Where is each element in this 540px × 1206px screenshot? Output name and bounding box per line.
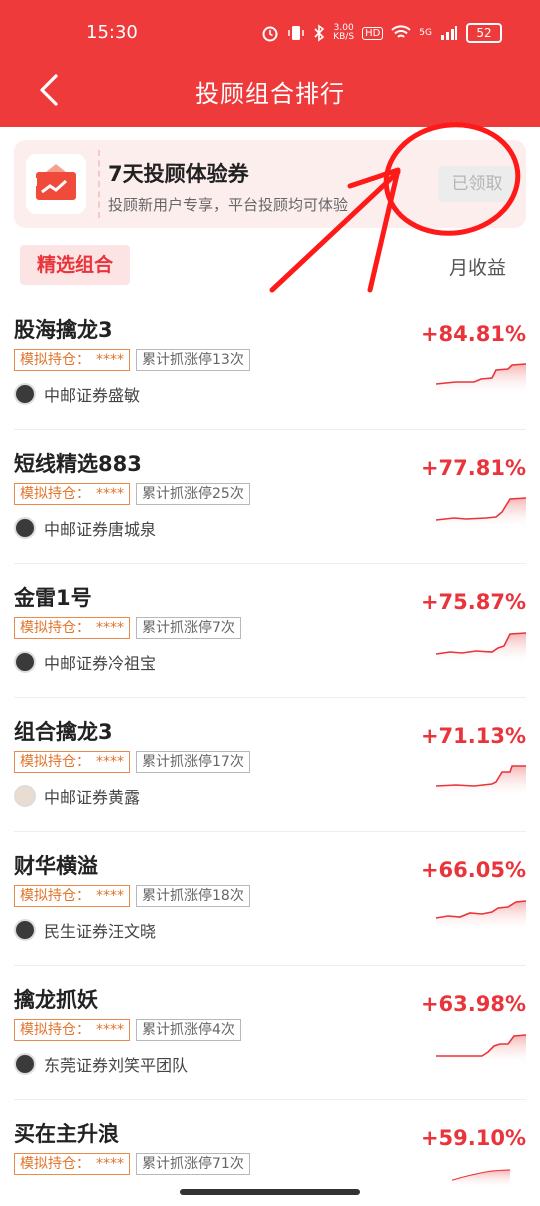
portfolio-name: 组合擒龙3 bbox=[14, 720, 113, 744]
limit-up-count-tag: 累计抓涨停25次 bbox=[136, 483, 250, 505]
hold-tag: 模拟持仓： **** bbox=[14, 751, 130, 773]
portfolio-tags: 模拟持仓： **** 累计抓涨停13次 bbox=[14, 349, 250, 371]
limit-up-count-tag: 累计抓涨停4次 bbox=[136, 1019, 241, 1041]
coupon-subtitle: 投顾新用户专享，平台投顾均可体验 bbox=[108, 196, 349, 214]
portfolio-tags: 模拟持仓： **** 累计抓涨停25次 bbox=[14, 483, 250, 505]
advisor: 中邮证券冷祖宝 bbox=[14, 650, 156, 674]
hold-tag: 模拟持仓： **** bbox=[14, 1153, 130, 1175]
portfolio-tags: 模拟持仓： **** 累计抓涨停71次 bbox=[14, 1153, 250, 1175]
trend-sparkline bbox=[436, 1034, 526, 1066]
coupon-divider bbox=[98, 150, 100, 218]
limit-up-count-tag: 累计抓涨停7次 bbox=[136, 617, 241, 639]
monthly-return: +63.98% bbox=[420, 992, 526, 1016]
avatar bbox=[14, 785, 36, 807]
hd-badge: HD bbox=[362, 26, 384, 40]
portfolio-row[interactable]: 擒龙抓妖 模拟持仓： **** 累计抓涨停4次 东莞证券刘笑平团队 +63.98% bbox=[14, 966, 526, 1100]
tab-featured-portfolios[interactable]: 精选组合 bbox=[20, 245, 130, 285]
ticket-icon bbox=[26, 154, 86, 214]
monthly-return: +77.81% bbox=[420, 456, 526, 480]
hold-tag: 模拟持仓： **** bbox=[14, 617, 130, 639]
advisor: 中邮证券盛敏 bbox=[14, 382, 140, 406]
monthly-return: +75.87% bbox=[420, 590, 526, 614]
trend-sparkline bbox=[451, 1169, 511, 1188]
portfolio-tags: 模拟持仓： **** 累计抓涨停18次 bbox=[14, 885, 250, 907]
advisor: 东莞证券刘笑平团队 bbox=[14, 1052, 188, 1076]
portfolio-row[interactable]: 财华横溢 模拟持仓： **** 累计抓涨停18次 民生证券汪文晓 +66.05% bbox=[14, 832, 526, 966]
coupon-title: 7天投顾体验券 bbox=[108, 162, 249, 186]
page-title: 投顾组合排行 bbox=[195, 80, 345, 108]
hold-tag: 模拟持仓： **** bbox=[14, 885, 130, 907]
hold-tag: 模拟持仓： **** bbox=[14, 1019, 130, 1041]
portfolio-list: 股海擒龙3 模拟持仓： **** 累计抓涨停13次 中邮证券盛敏 +84.81% … bbox=[0, 296, 540, 1206]
status-icons: 3.00 KB/S HD 5G 52 bbox=[261, 23, 502, 43]
trend-sparkline bbox=[436, 497, 526, 530]
signal-label: 5G bbox=[419, 28, 432, 38]
home-indicator[interactable] bbox=[180, 1189, 360, 1195]
bluetooth-icon bbox=[314, 24, 325, 42]
portfolio-tags: 模拟持仓： **** 累计抓涨停7次 bbox=[14, 617, 241, 639]
monthly-return: +84.81% bbox=[420, 322, 526, 346]
avatar bbox=[14, 651, 36, 673]
vibrate-icon bbox=[288, 26, 304, 40]
portfolio-name: 短线精选883 bbox=[14, 452, 142, 476]
sort-monthly-return[interactable]: 月收益 bbox=[449, 253, 506, 280]
avatar bbox=[14, 517, 36, 539]
advisor: 民生证券汪文晓 bbox=[14, 918, 156, 942]
net-speed: 3.00 KB/S bbox=[333, 23, 355, 42]
trend-sparkline bbox=[436, 765, 526, 798]
portfolio-name: 擒龙抓妖 bbox=[14, 988, 98, 1012]
limit-up-count-tag: 累计抓涨停71次 bbox=[136, 1153, 250, 1175]
wifi-icon bbox=[391, 25, 411, 38]
monthly-return: +71.13% bbox=[420, 724, 526, 748]
limit-up-count-tag: 累计抓涨停18次 bbox=[136, 885, 250, 907]
portfolio-row[interactable]: 短线精选883 模拟持仓： **** 累计抓涨停25次 中邮证券唐城泉 +77.8… bbox=[14, 430, 526, 564]
trend-sparkline bbox=[436, 900, 526, 932]
limit-up-count-tag: 累计抓涨停13次 bbox=[136, 349, 250, 371]
portfolio-row[interactable]: 金雷1号 模拟持仓： **** 累计抓涨停7次 中邮证券冷祖宝 +75.87% bbox=[14, 564, 526, 698]
trend-sparkline bbox=[436, 363, 526, 396]
portfolio-row[interactable]: 股海擒龙3 模拟持仓： **** 累计抓涨停13次 中邮证券盛敏 +84.81% bbox=[14, 296, 526, 430]
advisor: 中邮证券唐城泉 bbox=[14, 516, 156, 540]
monthly-return: +59.10% bbox=[420, 1126, 526, 1150]
portfolio-name: 买在主升浪 bbox=[14, 1122, 119, 1146]
portfolio-tags: 模拟持仓： **** 累计抓涨停4次 bbox=[14, 1019, 241, 1041]
portfolio-name: 股海擒龙3 bbox=[14, 318, 113, 342]
portfolio-name: 财华横溢 bbox=[14, 854, 98, 878]
app-header: 15:30 3.00 KB/S HD 5G 52 投顾组合排行 bbox=[0, 0, 540, 127]
alarm-icon bbox=[262, 26, 278, 42]
advisor: 中邮证券黄露 bbox=[14, 784, 140, 808]
portfolio-tags: 模拟持仓： **** 累计抓涨停17次 bbox=[14, 751, 250, 773]
portfolio-row[interactable]: 组合擒龙3 模拟持仓： **** 累计抓涨停17次 中邮证券黄露 +71.13% bbox=[14, 698, 526, 832]
monthly-return: +66.05% bbox=[420, 858, 526, 882]
status-time: 15:30 bbox=[86, 22, 138, 43]
avatar bbox=[14, 383, 36, 405]
hold-tag: 模拟持仓： **** bbox=[14, 483, 130, 505]
avatar bbox=[14, 919, 36, 941]
battery-indicator: 52 bbox=[466, 23, 502, 43]
claimed-button[interactable]: 已领取 bbox=[438, 166, 516, 202]
hold-tag: 模拟持仓： **** bbox=[14, 349, 130, 371]
status-bar: 15:30 3.00 KB/S HD 5G 52 bbox=[0, 0, 540, 66]
avatar bbox=[14, 1053, 36, 1075]
limit-up-count-tag: 累计抓涨停17次 bbox=[136, 751, 250, 773]
coupon-banner[interactable]: 7天投顾体验券 投顾新用户专享，平台投顾均可体验 已领取 bbox=[14, 140, 526, 228]
trend-sparkline bbox=[436, 632, 526, 664]
signal-icon bbox=[441, 26, 457, 40]
portfolio-name: 金雷1号 bbox=[14, 586, 92, 610]
